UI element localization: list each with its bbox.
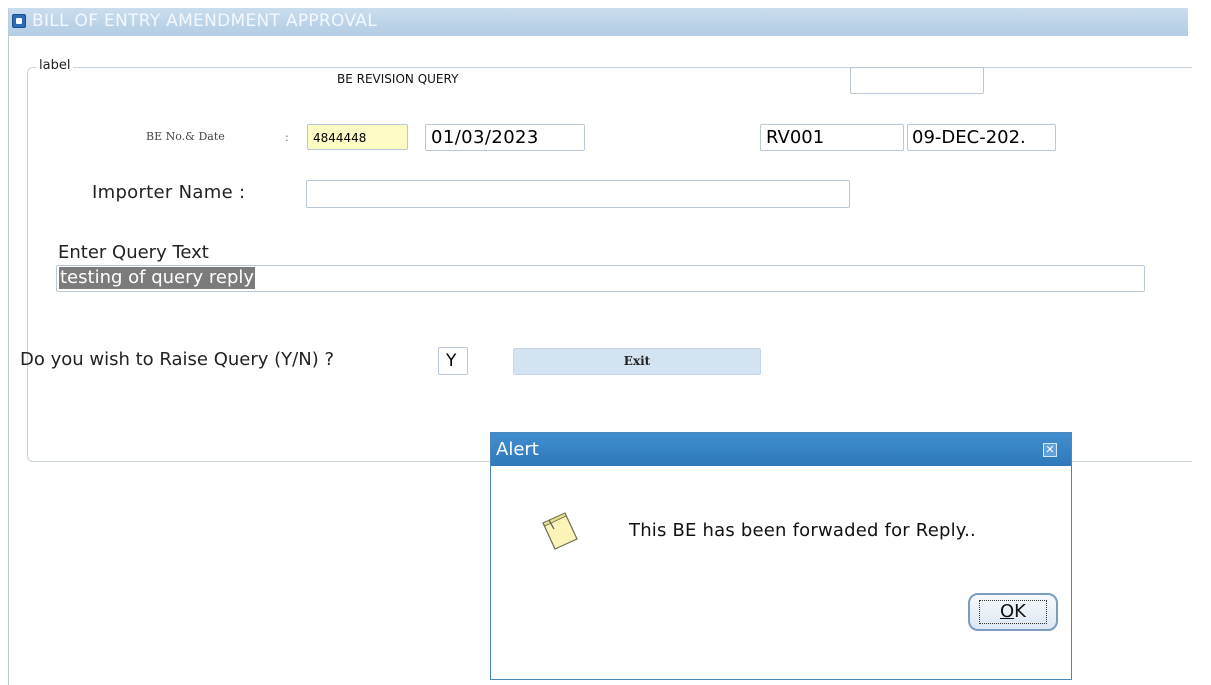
ok-button[interactable]: OK [968,593,1058,631]
alert-message: This BE has been forwaded for Reply.. [629,520,976,541]
importer-name-label: Importer Name : [92,182,246,203]
section-title: BE REVISION QUERY [337,72,459,86]
groupbox-separator [1072,461,1188,462]
be-no-label: BE No.& Date [146,130,225,143]
alert-title: Alert [496,439,539,460]
alert-titlebar: Alert ✕ [491,433,1071,466]
close-icon[interactable]: ✕ [1043,443,1057,457]
top-right-field[interactable] [850,67,984,94]
window-title: BILL OF ENTRY AMENDMENT APPROVAL [32,11,377,31]
groupbox-label: label [36,58,74,73]
form-icon [12,14,26,28]
revision-date-field[interactable]: 09-DEC-202. [907,124,1056,151]
raise-query-label: Do you wish to Raise Query (Y/N) ? [20,349,334,370]
query-text-label: Enter Query Text [58,242,209,263]
ok-button-label: OK [979,600,1047,624]
importer-name-field[interactable] [306,180,850,208]
be-no-colon: : [285,131,289,144]
window-left-border [8,8,9,685]
ok-label-rest: K [1014,601,1026,622]
note-icon [542,512,578,550]
alert-dialog: Alert ✕ This BE has been forwaded for Re… [490,432,1072,680]
ok-mnemonic: O [1000,601,1015,622]
query-text-value[interactable]: testing of query reply [59,267,256,289]
exit-button[interactable]: Exit [513,348,761,375]
be-date-field[interactable]: 01/03/2023 [425,124,585,151]
window-titlebar: BILL OF ENTRY AMENDMENT APPROVAL [9,8,1188,36]
revision-code-field[interactable]: RV001 [760,124,904,151]
raise-query-field[interactable]: Y [438,347,468,375]
be-no-field[interactable]: 4844448 [307,124,408,150]
